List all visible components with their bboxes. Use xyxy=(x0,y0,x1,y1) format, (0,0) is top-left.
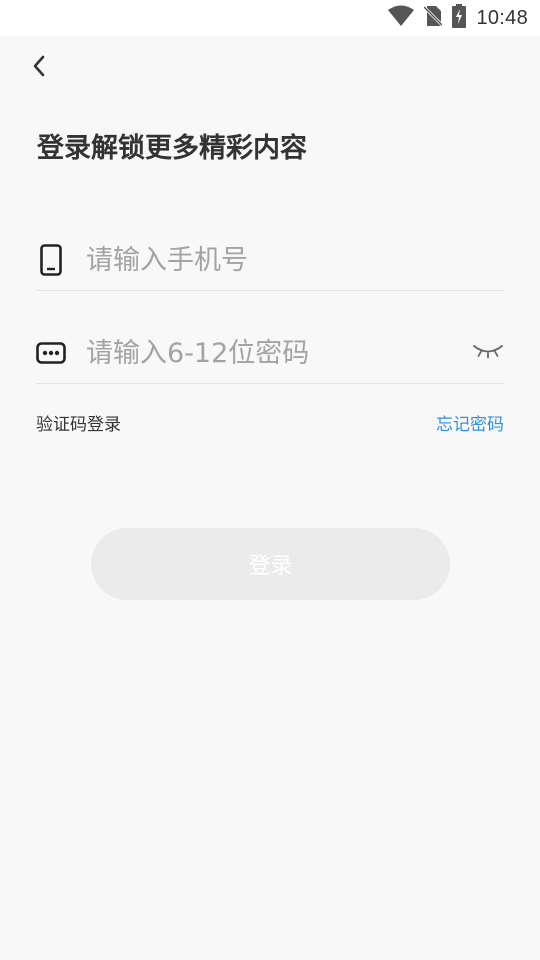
battery-charging-icon xyxy=(452,4,467,32)
password-visibility-toggle[interactable] xyxy=(472,339,504,367)
phone-icon xyxy=(36,244,66,276)
phone-input[interactable] xyxy=(86,238,456,282)
chevron-left-icon xyxy=(31,54,47,82)
status-icons: 10:48 xyxy=(388,0,528,36)
status-bar: 10:48 xyxy=(0,0,540,36)
back-button[interactable] xyxy=(22,50,56,86)
page-title: 登录解锁更多精彩内容 xyxy=(37,133,307,164)
password-input[interactable] xyxy=(86,331,456,375)
wifi-icon xyxy=(388,5,415,31)
password-field xyxy=(36,323,504,384)
forgot-password-link[interactable]: 忘记密码 xyxy=(436,412,504,438)
password-dots-icon xyxy=(36,337,66,369)
no-sim-icon xyxy=(423,5,444,31)
status-time: 10:48 xyxy=(476,6,528,29)
eye-closed-icon xyxy=(473,343,503,363)
phone-field xyxy=(36,230,504,291)
login-button[interactable]: 登录 xyxy=(91,528,450,600)
sms-login-link[interactable]: 验证码登录 xyxy=(36,412,121,438)
